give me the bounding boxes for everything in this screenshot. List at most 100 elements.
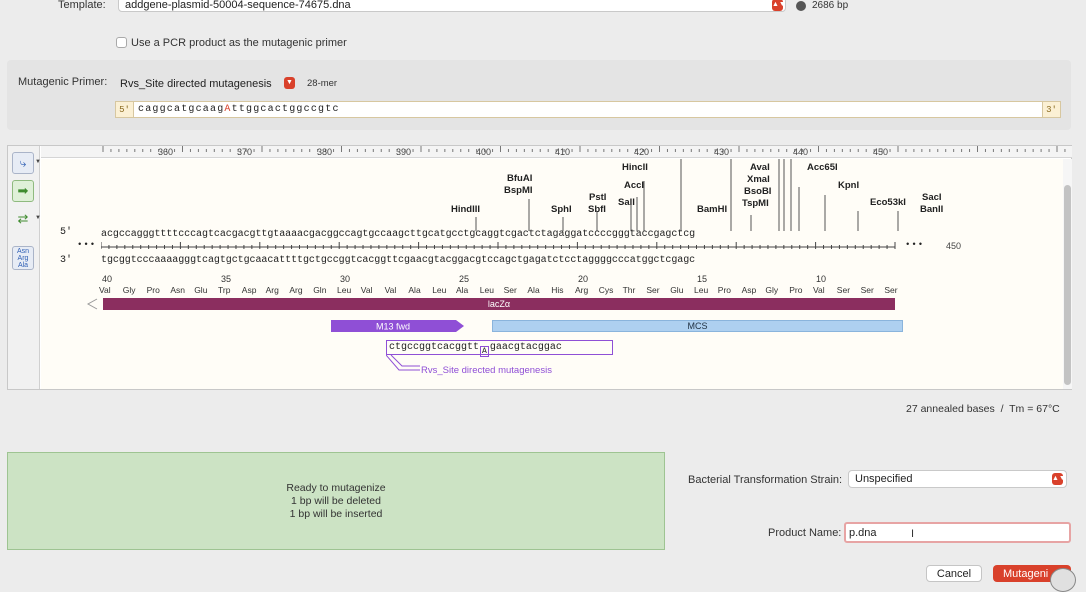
primer-sequence: caggcatgcaagAttggcactggccgtc [138, 104, 340, 115]
enzyme-bfuai[interactable]: BfuAI [507, 173, 532, 184]
mcs-label: MCS [687, 321, 708, 331]
sequence-view[interactable]: HindIII BfuAI BspMI SphI PstI SbfI SalI … [41, 159, 1063, 389]
enzyme-avai[interactable]: AvaI [750, 162, 770, 173]
amino-acid: Asp [741, 285, 757, 295]
amino-acid: Asp [241, 285, 257, 295]
enzyme-sphi[interactable]: SphI [551, 204, 572, 215]
scroll-thumb[interactable] [1064, 185, 1071, 385]
enzyme-saci[interactable]: SacI [922, 192, 942, 203]
amino-acid: Cys [598, 285, 614, 295]
enzyme-bamhi[interactable]: BamHI [697, 204, 727, 215]
lacz-feature[interactable]: lacZα [85, 296, 905, 312]
amino-acid: Asn [170, 285, 186, 295]
amino-acid: Leu [694, 285, 709, 295]
amino-acid: Arg [265, 285, 279, 295]
template-length: 2686 bp [812, 0, 849, 11]
amino-acid: Gln [313, 285, 327, 295]
aa-number: 20 [578, 274, 589, 284]
primer-select-value: Rvs_Site directed mutagenesis [120, 77, 272, 90]
translation-tool-icon[interactable]: Asn Arg Ala [12, 246, 34, 270]
five-prime-cap: 5′ [116, 102, 134, 117]
arrow-tool-icon[interactable]: ➡ [12, 180, 34, 202]
amino-acid: Val [360, 285, 373, 295]
amino-acid: Pro [717, 285, 732, 295]
strand-3-label: 3′ [60, 255, 73, 266]
amino-acid: Thr [622, 285, 636, 295]
amino-acid: Val [813, 285, 825, 295]
cancel-button-label: Cancel [936, 567, 972, 580]
enzyme-acci[interactable]: AccI [624, 180, 644, 191]
enzyme-sbfi[interactable]: SbfI [588, 204, 606, 215]
aa-number: 35 [221, 274, 232, 284]
amino-acid: Leu [432, 285, 447, 295]
amino-acid: Ala [408, 285, 421, 295]
m13-fwd-feature[interactable]: M13 fwd [331, 319, 471, 333]
ruler-label: 450 [873, 147, 889, 157]
product-name-input[interactable]: p.dna [844, 522, 1071, 543]
aa-number: 40 [102, 274, 113, 284]
ruler-label: 430 [714, 147, 730, 157]
end-position: 450 [946, 241, 962, 251]
enzyme-acc65i[interactable]: Acc65I [807, 162, 838, 173]
sequence-map: ⤷ ▼ ➡ ⇄ ▼ Asn Arg Ala 360 370 380 390 400 … [7, 145, 1072, 390]
enzyme-hindiii[interactable]: HindIII [451, 204, 480, 215]
product-name-value: p.dna [849, 526, 877, 539]
amino-acid: Ala [527, 285, 540, 295]
ruler-label: 390 [396, 147, 412, 157]
ruler-label: 410 [555, 147, 571, 157]
amino-acid: Ser [884, 285, 898, 295]
amino-acid: Val [384, 285, 397, 295]
amino-acid: Ser [836, 285, 851, 295]
status-line-1: Ready to mutagenize [286, 481, 386, 494]
enzyme-bsobi[interactable]: BsoBI [744, 186, 771, 197]
backbone-dots-left: ••• [77, 240, 97, 250]
amino-acid: Gly [765, 285, 779, 295]
enzyme-kpni[interactable]: KpnI [838, 180, 859, 191]
annealed-info: 27 annealed bases / Tm = 67°C [906, 403, 1060, 415]
enzyme-psti[interactable]: PstI [589, 192, 606, 203]
strand-5-label: 5′ [60, 227, 73, 238]
selection-tool-icon[interactable]: ⤷ [12, 152, 34, 174]
amino-acid: Ser [646, 285, 660, 295]
chevron-updown-icon: ▲▼ [772, 0, 786, 11]
swap-strand-icon[interactable]: ⇄ [12, 208, 34, 230]
primer-sequence-field[interactable]: 5′ caggcatgcaagAttggcactggccgtc 3′ [115, 101, 1061, 118]
strain-select[interactable]: Unspecified ▲▼ [848, 470, 1067, 488]
mouse-pointer-icon [1050, 568, 1076, 592]
strain-select-value: Unspecified [855, 473, 913, 485]
amino-acid: Glu [194, 285, 208, 295]
primer-label: Mutagenic Primer: [18, 76, 108, 88]
aa-number: 15 [697, 274, 708, 284]
enzyme-hincii[interactable]: HincII [622, 162, 648, 173]
template-filename: addgene-plasmid-50004-sequence-74675.dna [125, 0, 351, 11]
cancel-button[interactable]: Cancel [926, 565, 982, 582]
aa-number: 30 [340, 274, 351, 284]
amino-acid: Gly [122, 285, 136, 295]
aa-number: 25 [459, 274, 470, 284]
ruler-label: 440 [793, 147, 809, 157]
template-select[interactable]: addgene-plasmid-50004-sequence-74675.dna… [118, 0, 786, 12]
ruler-label: 400 [476, 147, 492, 157]
primer-bases-right: gaacgtacggac [489, 342, 562, 353]
amino-acid: Ala [456, 285, 469, 295]
bottom-strand: tgcggtcccaaaagggtcagtgctgcaacattttgctgcc… [101, 255, 696, 266]
enzyme-labels: HindIII BfuAI BspMI SphI PstI SbfI SalI … [41, 159, 1063, 231]
ruler-label: 360 [158, 147, 174, 157]
enzyme-xmai[interactable]: XmaI [747, 174, 770, 185]
map-scrollbar[interactable] [1063, 159, 1072, 389]
enzyme-bspmi[interactable]: BspMI [504, 185, 533, 196]
amino-acid: Arg [289, 285, 303, 295]
enzyme-tspmi[interactable]: TspMI [742, 198, 769, 209]
amino-acid: Ser [503, 285, 517, 295]
three-prime-cap: 3′ [1042, 102, 1060, 117]
primer-select[interactable]: Rvs_Site directed mutagenesis ▼ [114, 75, 298, 92]
enzyme-sali[interactable]: SalI [618, 197, 635, 208]
enzyme-banii[interactable]: BanII [920, 204, 943, 215]
mcs-feature[interactable]: MCS [492, 320, 903, 332]
amino-acid: Arg [575, 285, 589, 295]
enzyme-eco53ki[interactable]: Eco53kI [870, 197, 906, 208]
amino-acid: Leu [479, 285, 494, 295]
lacz-label: lacZα [488, 299, 510, 309]
pcr-product-checkbox[interactable] [116, 37, 127, 48]
primer-annealed[interactable]: ctgccggtcacggtt A gaacgtacggac [386, 340, 613, 357]
